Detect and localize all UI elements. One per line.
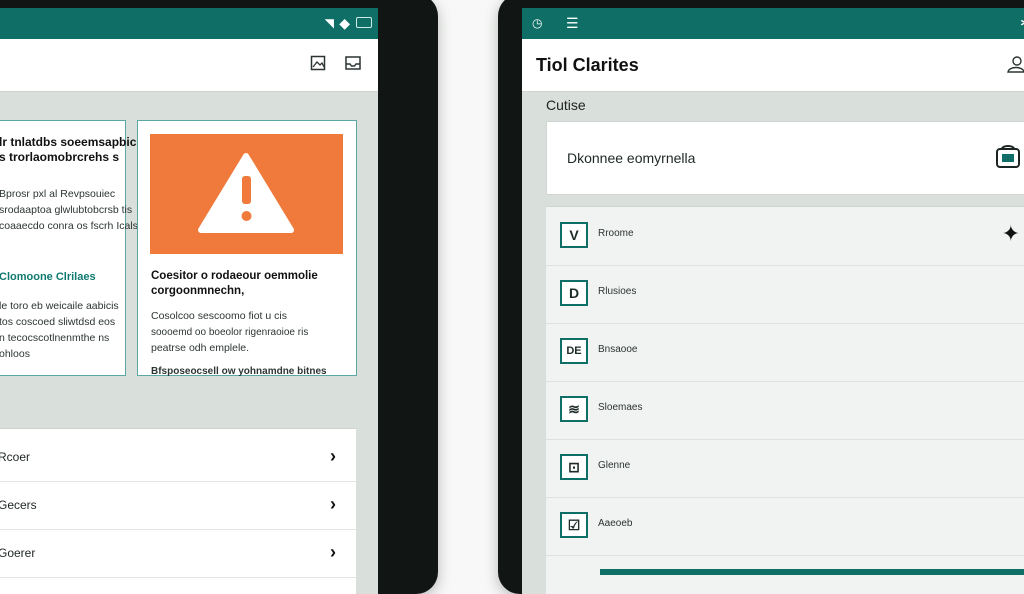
info-card-body-1: Bprosr pxl al Revpsouiec: [0, 188, 116, 200]
list-item[interactable]: Rcoer ›: [0, 433, 356, 482]
info-card-title-2: s trorlaomobrcrehs s: [0, 150, 120, 164]
category-label: Rlusioes: [598, 286, 637, 297]
list-item[interactable]: DE Bnsaooe: [546, 323, 1024, 382]
category-label: Glenne: [598, 460, 631, 471]
list-item[interactable]: D Rlusioes: [546, 265, 1024, 324]
list-item-label: Goerer: [0, 546, 36, 560]
right-section-label: Cutise: [546, 97, 586, 113]
warning-icon: [198, 153, 294, 233]
list-item-label: Rcoer: [0, 450, 31, 464]
right-app-bar: Tiol Clarites: [522, 39, 1024, 92]
category-icon: V: [560, 222, 588, 248]
warning-card-body-2: soooemd oo boeolor rigenraoioe ris: [151, 327, 309, 338]
bottom-accent-bar: [600, 569, 1024, 575]
warning-card-title-1: Coesitor o rodaeour oemmolie: [151, 270, 318, 282]
category-icon: D: [560, 280, 588, 306]
search-card[interactable]: Dkonnee eomyrnella: [546, 121, 1024, 195]
left-status-bar: ◥ ◆: [0, 8, 378, 39]
warning-card-footer: Bfsposeocsell ow yohnamdne bitnes: [151, 366, 327, 377]
category-label: Bnsaooe: [598, 344, 638, 355]
list-item[interactable]: V Rroome ✦: [546, 207, 1024, 266]
image-icon[interactable]: [310, 55, 328, 73]
settings-list: Rcoer › Gecers › Goerer ›: [0, 428, 356, 594]
info-card-body2-4: ohloos: [0, 348, 30, 360]
right-tablet: ◷ ☰ ✲ Tiol Clarites Cutise Dkonnee eomyr…: [498, 0, 1024, 594]
left-screen: ◥ ◆ lr tnlatdbs soeemsapbicla s trorlaom…: [0, 8, 378, 594]
category-icon: ☑: [560, 512, 588, 538]
chevron-right-icon: ›: [330, 494, 336, 514]
category-label: Sloemaes: [598, 402, 643, 413]
info-card-body2-2: tos coscoed sliwtdsd eos: [0, 316, 116, 328]
warning-card-title-2: corgoonmnechn,: [151, 285, 245, 297]
chevron-right-icon: ›: [330, 542, 336, 562]
list-item-label: Gecers: [0, 498, 37, 512]
list-item[interactable]: ≋ Sloemaes: [546, 381, 1024, 440]
info-card-body-3: coaaecdo conra os fscrh Icalse: [0, 220, 144, 232]
category-icon: ≋: [560, 396, 588, 422]
inbox-icon[interactable]: [344, 55, 362, 73]
star-icon[interactable]: ✦: [1002, 221, 1020, 247]
sparkle-icon: ✲: [1020, 15, 1024, 31]
category-label: Aaeoeb: [598, 518, 633, 529]
user-icon[interactable]: [1006, 55, 1024, 73]
list-item[interactable]: Goerer ›: [0, 529, 356, 578]
warning-card-body-3: peatrse odh emplele.: [151, 342, 250, 354]
info-card-body2-1: le toro eb weicaile aabicis: [0, 300, 119, 312]
list-item[interactable]: ⊡ Glenne: [546, 439, 1024, 498]
right-screen: ◷ ☰ ✲ Tiol Clarites Cutise Dkonnee eomyr…: [522, 8, 1024, 594]
battery-icon: [356, 17, 372, 28]
clock-icon: ◷: [532, 16, 543, 30]
info-card-body-2: srodaaptoa glwlubtobcrsb tis: [0, 204, 133, 216]
category-label: Rroome: [598, 228, 634, 239]
list-item[interactable]: ☑ Aaeoeb: [546, 497, 1024, 556]
category-icon: ⊡: [560, 454, 588, 480]
chevron-right-icon: ›: [330, 446, 336, 466]
right-status-bar: ◷ ☰ ✲: [522, 8, 1024, 39]
signal-icon: ◆: [339, 15, 350, 31]
info-card-title-1: lr tnlatdbs soeemsapbicla: [0, 135, 147, 149]
info-card[interactable]: lr tnlatdbs soeemsapbicla s trorlaomobrc…: [0, 120, 146, 376]
warning-banner: [150, 134, 343, 254]
category-list: V Rroome ✦ D Rlusioes DE Bnsaooe ≋ Sloem…: [546, 206, 1024, 594]
category-icon: DE: [560, 338, 588, 364]
page-title: Tiol Clarites: [536, 55, 639, 75]
warning-card-body-1: Cosolcoo sescoomo fiot u cis: [151, 310, 287, 322]
list-item[interactable]: Gecers ›: [0, 481, 356, 530]
left-tablet: ◥ ◆ lr tnlatdbs soeemsapbicla s trorlaom…: [0, 0, 438, 594]
menu-icon[interactable]: ☰: [566, 15, 579, 31]
info-card-body2-3: n tecocscotlnenmthe ns: [0, 332, 110, 344]
warning-card[interactable]: Coesitor o rodaeour oemmolie corgoonmnec…: [137, 120, 357, 377]
package-icon[interactable]: [995, 144, 1021, 175]
info-card-link[interactable]: Clomoone Clrilaes: [0, 271, 96, 283]
search-text: Dkonnee eomyrnella: [567, 150, 696, 166]
left-app-bar: [0, 39, 378, 92]
wifi-icon: ◥: [324, 16, 334, 30]
